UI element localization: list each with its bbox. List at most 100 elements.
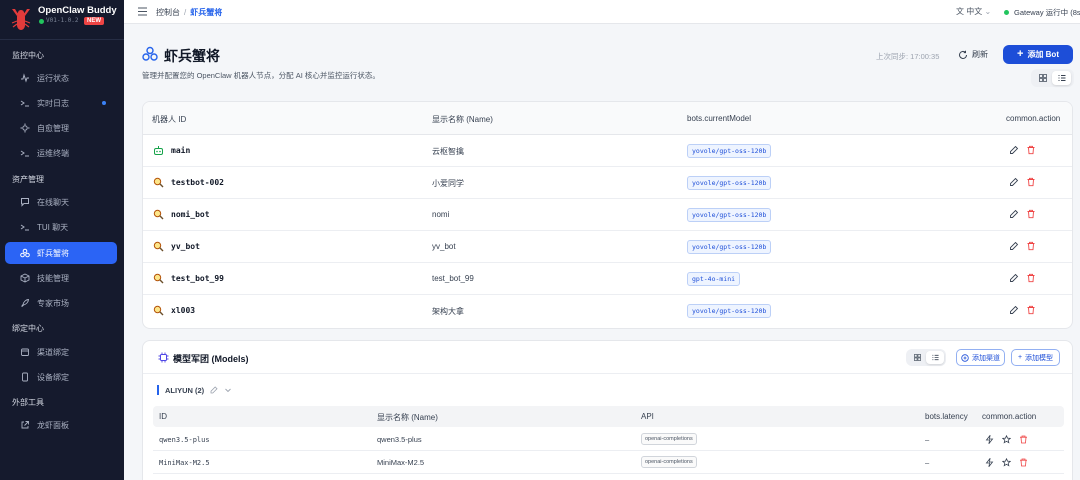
sidebar-item-online-chat[interactable]: 在线聊天 xyxy=(5,191,117,213)
table-row[interactable]: xl003 架构大拿 yovole/gpt-oss-120b xyxy=(143,295,1072,327)
delete-icon[interactable] xyxy=(1026,305,1036,315)
sidebar-item-realtime-log[interactable]: 实时日志 xyxy=(5,92,117,114)
sidebar-item-label: 设备绑定 xyxy=(37,372,69,382)
gateway-status-label: Gateway 运行中 (8s) xyxy=(1014,8,1080,17)
section-title-monitor: 监控中心 xyxy=(12,51,44,60)
sidebar-item-self-heal[interactable]: 自愈管理 xyxy=(5,117,117,139)
page-subtitle: 管理并配置您的 OpenClaw 机器人节点，分配 AI 核心并监控运行状态。 xyxy=(142,71,380,80)
table-row[interactable]: nomi_bot nomi yovole/gpt-oss-120b xyxy=(143,199,1072,231)
add-model-button[interactable]: + 添加模型 xyxy=(1011,349,1060,366)
model-badge: yovole/gpt-oss-120b xyxy=(687,304,772,318)
section-title-external-tools: 外部工具 xyxy=(12,398,44,407)
sidebar-item-lobster-panel[interactable]: 龙虾面板 xyxy=(5,414,117,436)
gear-icon xyxy=(20,123,30,133)
refresh-button[interactable]: 刷新 xyxy=(951,45,995,64)
robot-icon xyxy=(152,144,164,156)
model-badge: yovole/gpt-oss-120b xyxy=(687,240,772,254)
menu-toggle-icon[interactable] xyxy=(137,6,148,17)
api-badge: openai-completions xyxy=(641,433,697,445)
sidebar-item-tui-chat[interactable]: TUI 聊天 xyxy=(5,216,117,238)
divider xyxy=(0,39,124,40)
table-row[interactable]: main 云枢智擒 yovole/gpt-oss-120b xyxy=(143,135,1072,167)
bot-id-text: test_bot_99 xyxy=(171,273,224,283)
sidebar-item-ops-terminal[interactable]: 运维终端 xyxy=(5,142,117,164)
translate-icon: 文 xyxy=(956,7,964,16)
table-row[interactable]: testbot-002 小爱同学 yovole/gpt-oss-120b xyxy=(143,167,1072,199)
language-switcher[interactable]: 文 中文 ⌄ xyxy=(956,6,991,17)
gateway-status-dot xyxy=(1004,10,1009,15)
add-bot-button[interactable]: + 添加 Bot xyxy=(1003,45,1073,64)
bolt-icon[interactable] xyxy=(985,458,994,467)
list-view-button[interactable] xyxy=(1052,71,1071,85)
sidebar-item-run-status[interactable]: 运行状态 xyxy=(5,67,117,89)
sidebar-item-label: 龙虾面板 xyxy=(37,420,69,430)
edit-icon[interactable] xyxy=(1009,209,1019,219)
brand[interactable]: OpenClaw Buddy V01-1.0.2 NEW xyxy=(0,0,124,40)
api-badge: openai-completions xyxy=(641,456,697,468)
sidebar-item-label: 专家市场 xyxy=(37,298,69,308)
provider-group-header[interactable]: ALIYUN (2) xyxy=(157,385,232,395)
breadcrumb-current: 虾兵蟹将 xyxy=(190,8,223,17)
magnifier-icon xyxy=(152,272,164,284)
edit-icon[interactable] xyxy=(1009,241,1019,251)
plus-icon: + xyxy=(1017,354,1023,361)
latency-value: – xyxy=(925,458,930,467)
edit-icon[interactable] xyxy=(1009,305,1019,315)
grid-view-button[interactable] xyxy=(908,351,926,364)
pulse-icon xyxy=(20,73,30,83)
bolt-icon[interactable] xyxy=(985,435,994,444)
sidebar-item-channel-binding[interactable]: 渠道绑定 xyxy=(5,341,117,363)
add-channel-button[interactable]: 添加渠道 xyxy=(956,349,1005,366)
table-row[interactable]: MiniMax-M2.5 MiniMax-M2.5 openai-complet… xyxy=(153,452,1064,474)
table-row[interactable]: test_bot_99 test_bot_99 gpt-4o-mini xyxy=(143,263,1072,295)
delete-icon[interactable] xyxy=(1026,241,1036,251)
star-icon[interactable] xyxy=(1002,435,1011,444)
box-icon xyxy=(20,273,30,283)
column-header: bots.latency xyxy=(925,412,968,421)
models-card: 模型军团 (Models) 添加渠道 + 添加模型 ALIYUN (2) ID … xyxy=(142,340,1073,480)
models-card-header: 模型军团 (Models) 添加渠道 + 添加模型 xyxy=(143,341,1072,374)
sidebar-item-skills[interactable]: 技能管理 xyxy=(5,267,117,289)
delete-icon[interactable] xyxy=(1019,458,1028,467)
bot-name: nomi xyxy=(432,210,450,219)
list-icon xyxy=(1058,75,1065,81)
edit-icon[interactable] xyxy=(1009,273,1019,283)
magnifier-icon xyxy=(152,240,164,252)
online-status-dot xyxy=(39,19,44,24)
sidebar-item-device-binding[interactable]: 设备绑定 xyxy=(5,366,117,388)
star-icon[interactable] xyxy=(1002,458,1011,467)
device-icon xyxy=(20,372,30,382)
table-row[interactable]: yv_bot yv_bot yovole/gpt-oss-120b xyxy=(143,231,1072,263)
group-accent-bar xyxy=(157,385,159,395)
sidebar-item-label: 在线聊天 xyxy=(37,197,69,207)
chevron-down-icon[interactable] xyxy=(224,386,232,394)
bot-id: xl003 xyxy=(152,304,195,316)
delete-icon[interactable] xyxy=(1026,177,1036,187)
edit-icon[interactable] xyxy=(210,386,218,394)
breadcrumb-console-link[interactable]: 控制台 xyxy=(156,8,180,17)
delete-icon[interactable] xyxy=(1026,145,1036,155)
sidebar-item-label: 运维终端 xyxy=(37,148,69,158)
sidebar-item-bots[interactable]: 虾兵蟹将 xyxy=(5,242,117,264)
provider-group-label: ALIYUN (2) xyxy=(165,385,205,395)
models-table-header: ID 显示名称 (Name) API bots.latency common.a… xyxy=(153,406,1064,427)
list-view-button[interactable] xyxy=(926,351,944,364)
sidebar-item-label: TUI 聊天 xyxy=(37,222,69,232)
delete-icon[interactable] xyxy=(1026,209,1036,219)
magnifier-icon xyxy=(152,208,164,220)
table-row[interactable]: qwen3.5-plus qwen3.5-plus openai-complet… xyxy=(153,429,1064,451)
models-view-toggle xyxy=(906,349,946,366)
models-card-title: 模型军团 (Models) xyxy=(173,354,249,364)
terminal-icon xyxy=(20,98,30,108)
magnifier-icon xyxy=(152,176,164,188)
rocket-icon xyxy=(20,298,30,308)
sidebar-item-expert-market[interactable]: 专家市场 xyxy=(5,292,117,314)
edit-icon[interactable] xyxy=(1009,177,1019,187)
delete-icon[interactable] xyxy=(1026,273,1036,283)
delete-icon[interactable] xyxy=(1019,435,1028,444)
terminal-icon xyxy=(20,222,30,232)
list-icon xyxy=(931,354,939,361)
bot-name: test_bot_99 xyxy=(432,274,474,283)
grid-view-button[interactable] xyxy=(1033,71,1052,85)
edit-icon[interactable] xyxy=(1009,145,1019,155)
